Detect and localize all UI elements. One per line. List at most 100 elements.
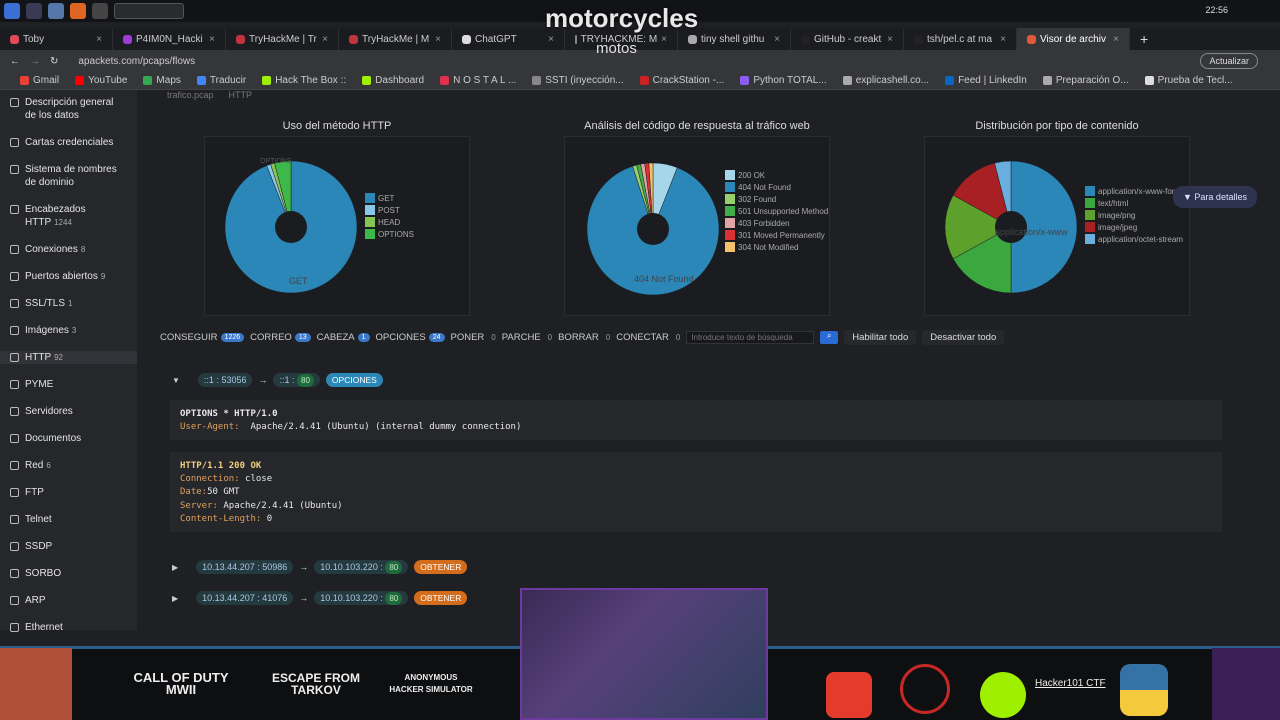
legend-item[interactable]: POST bbox=[365, 204, 414, 216]
sidebar-item[interactable]: ARP bbox=[0, 594, 137, 607]
close-icon[interactable]: × bbox=[209, 34, 215, 45]
legend-item[interactable]: 304 Not Modified bbox=[725, 241, 828, 253]
expand-arrow-icon[interactable]: ▼ bbox=[172, 376, 180, 385]
bookmark-item[interactable]: YouTube bbox=[75, 75, 127, 86]
bookmark-item[interactable]: Gmail bbox=[20, 75, 59, 86]
bookmark-item[interactable]: Prueba de Tecl... bbox=[1144, 75, 1233, 86]
reload-icon[interactable]: ↻ bbox=[50, 56, 58, 67]
disable-all-button[interactable]: Desactivar todo bbox=[922, 330, 1005, 345]
sidebar-item[interactable]: PYME bbox=[0, 378, 137, 391]
legend-item[interactable]: application/octet-stream bbox=[1085, 233, 1223, 245]
method-filter-toggle[interactable]: CONSEGUIR 1226 bbox=[160, 332, 245, 343]
breadcrumb-file[interactable]: trafico.pcap bbox=[167, 90, 214, 100]
sidebar-item[interactable]: Descripción general de los datos bbox=[0, 96, 137, 122]
url-field[interactable]: apackets.com/pcaps/flows bbox=[78, 56, 858, 67]
sidebar-item[interactable]: SORBO bbox=[0, 567, 137, 580]
sidebar-item[interactable]: FTP bbox=[0, 486, 137, 499]
close-icon[interactable]: × bbox=[548, 34, 554, 45]
browser-tab[interactable]: tsh/pel.c at ma × bbox=[904, 28, 1017, 50]
close-icon[interactable]: × bbox=[1113, 34, 1119, 45]
filter-label: PONER bbox=[450, 332, 485, 343]
bookmark-item[interactable]: CrackStation -... bbox=[639, 75, 724, 86]
browser-tab[interactable]: TryHackMe | Tr × bbox=[226, 28, 339, 50]
bookmark-item[interactable]: Hack The Box :: bbox=[262, 75, 346, 86]
chrome-window-button[interactable] bbox=[114, 3, 184, 19]
close-icon[interactable]: × bbox=[661, 34, 667, 45]
bookmark-item[interactable]: N O S T A L ... bbox=[440, 75, 516, 86]
sidebar-item[interactable]: Encabezados HTTP 1244 bbox=[0, 203, 137, 229]
sidebar-item[interactable]: Servidores bbox=[0, 405, 137, 418]
legend-item[interactable]: 404 Not Found bbox=[725, 181, 828, 193]
search-input[interactable] bbox=[686, 331, 815, 344]
bookmark-item[interactable]: Traducir bbox=[196, 75, 246, 86]
new-tab-button[interactable]: + bbox=[1130, 31, 1158, 47]
legend-item[interactable]: 200 OK bbox=[725, 169, 828, 181]
method-filter-toggle[interactable]: CONECTAR 0 bbox=[616, 332, 680, 343]
arrow-right-icon: → bbox=[258, 375, 268, 385]
bookmark-label: Prueba de Tecl... bbox=[1157, 75, 1233, 86]
legend-item[interactable]: 403 Forbidden bbox=[725, 217, 828, 229]
legend-item[interactable]: GET bbox=[365, 192, 414, 204]
sidebar-item[interactable]: Red 6 bbox=[0, 459, 137, 472]
legend-item[interactable]: OPTIONS bbox=[365, 228, 414, 240]
forward-icon[interactable]: → bbox=[30, 56, 40, 67]
legend-item[interactable]: 501 Unsupported Method bbox=[725, 205, 828, 217]
sidebar-item[interactable]: Ethernet bbox=[0, 621, 137, 634]
files-icon[interactable] bbox=[48, 3, 64, 19]
update-browser-button[interactable]: Actualizar bbox=[1200, 53, 1258, 69]
close-icon[interactable]: × bbox=[887, 34, 893, 45]
enable-all-button[interactable]: Habilitar todo bbox=[844, 330, 917, 345]
legend-item[interactable]: 301 Moved Permanently bbox=[725, 229, 828, 241]
bookmark-item[interactable]: Feed | LinkedIn bbox=[945, 75, 1027, 86]
breadcrumb-section[interactable]: HTTP bbox=[229, 90, 253, 100]
sidebar-item[interactable]: Imágenes 3 bbox=[0, 324, 137, 337]
sidebar-item[interactable]: Documentos bbox=[0, 432, 137, 445]
expand-arrow-icon[interactable]: ▶ bbox=[172, 563, 178, 572]
method-filter-toggle[interactable]: CABEZA 1 bbox=[317, 332, 370, 343]
close-icon[interactable]: × bbox=[774, 34, 780, 45]
flow-row[interactable]: ▶ 10.13.44.207 : 50986 → 10.10.103.220 :… bbox=[172, 560, 468, 574]
browser-tab[interactable]: TryHackMe | M × bbox=[339, 28, 452, 50]
back-icon[interactable]: ← bbox=[10, 56, 20, 67]
sidebar-item[interactable]: SSL/TLS 1 bbox=[0, 297, 137, 310]
sidebar-item[interactable]: Conexiones 8 bbox=[0, 243, 137, 256]
bookmark-item[interactable]: Dashboard bbox=[362, 75, 424, 86]
bookmark-item[interactable]: Preparación O... bbox=[1042, 75, 1129, 86]
close-icon[interactable]: × bbox=[96, 34, 102, 45]
workspace-icon[interactable] bbox=[26, 3, 42, 19]
close-icon[interactable]: × bbox=[1000, 34, 1006, 45]
legend-item[interactable]: image/jpeg bbox=[1085, 221, 1223, 233]
method-filter-toggle[interactable]: PARCHE 0 bbox=[502, 332, 552, 343]
bookmark-item[interactable]: explicashell.co... bbox=[842, 75, 929, 86]
flow-row[interactable]: ▶ 10.13.44.207 : 41076 → 10.10.103.220 :… bbox=[172, 591, 468, 605]
browser-tab[interactable]: Visor de archiv × bbox=[1017, 28, 1130, 50]
method-filter-toggle[interactable]: OPCIONES 24 bbox=[376, 332, 445, 343]
browser-tab[interactable]: P4IM0N_Hacki × bbox=[113, 28, 226, 50]
search-icon[interactable]: ⌕ bbox=[820, 331, 839, 344]
sidebar-item[interactable]: Puertos abiertos 9 bbox=[0, 270, 137, 283]
sidebar-item[interactable]: HTTP 92 bbox=[0, 351, 137, 364]
close-icon[interactable]: × bbox=[435, 34, 441, 45]
legend-item[interactable]: image/png bbox=[1085, 209, 1223, 221]
bookmark-item[interactable]: SSTI (inyección... bbox=[532, 75, 624, 86]
sidebar-item[interactable]: Telnet bbox=[0, 513, 137, 526]
legend-item[interactable]: 302 Found bbox=[725, 193, 828, 205]
terminal-icon[interactable] bbox=[92, 3, 108, 19]
sidebar-item[interactable]: Cartas credenciales bbox=[0, 136, 137, 149]
browser-tab[interactable]: Toby × bbox=[0, 28, 113, 50]
method-filter-toggle[interactable]: PONER 0 bbox=[451, 332, 496, 343]
method-filter-toggle[interactable]: BORRAR 0 bbox=[558, 332, 610, 343]
details-button[interactable]: ▼ Para detalles bbox=[1173, 186, 1257, 208]
expand-arrow-icon[interactable]: ▶ bbox=[172, 594, 178, 603]
flow-row[interactable]: ▼ ::1 : 53056 → ::1 : 80 OPCIONES bbox=[172, 373, 383, 387]
browser-tab[interactable]: GitHub - creakt × bbox=[791, 28, 904, 50]
firefox-icon[interactable] bbox=[70, 3, 86, 19]
close-icon[interactable]: × bbox=[322, 34, 328, 45]
method-filter-toggle[interactable]: CORREO 13 bbox=[250, 332, 311, 343]
bookmark-item[interactable]: Maps bbox=[143, 75, 181, 86]
sidebar-item[interactable]: Sistema de nombres de dominio bbox=[0, 163, 137, 189]
legend-item[interactable]: HEAD bbox=[365, 216, 414, 228]
sidebar-item[interactable]: SSDP bbox=[0, 540, 137, 553]
start-menu-icon[interactable] bbox=[4, 3, 20, 19]
bookmark-item[interactable]: Python TOTAL... bbox=[740, 75, 827, 86]
